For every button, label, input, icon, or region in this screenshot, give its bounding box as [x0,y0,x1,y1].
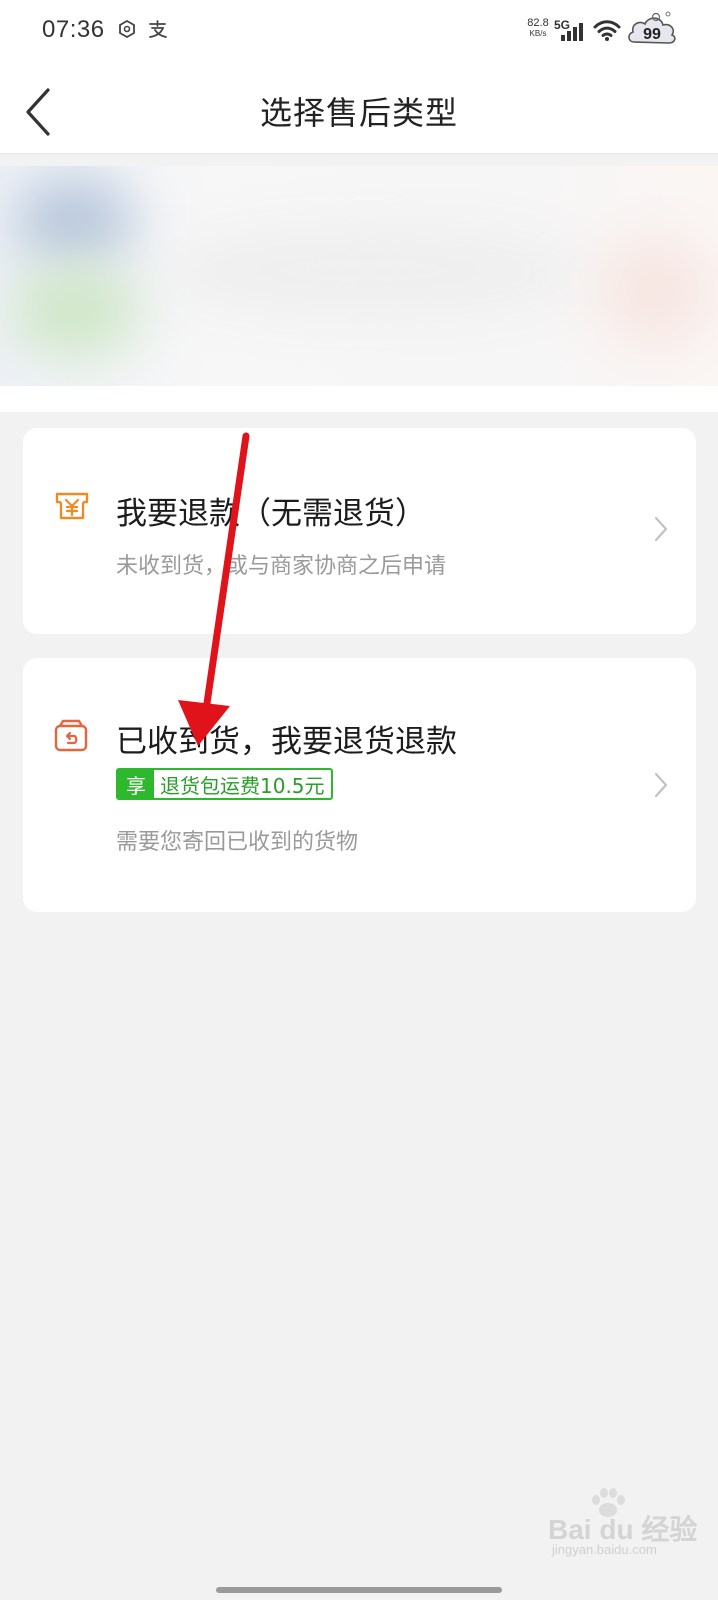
net-speed-unit: KB/s [529,29,547,38]
option-title: 我要退款（无需退货） [116,496,426,532]
watermark: Bai du 经验 jingyan.baidu.com [548,1488,697,1560]
app-notification-icon [118,19,136,42]
option-title: 已收到货，我要退货退款 [116,724,457,760]
option-subtitle: 未收到货，或与商家协商之后申请 [116,554,447,579]
return-box-icon [53,718,89,758]
blurred-product-image [14,176,134,266]
status-time: 07:36 [42,16,105,43]
option-subtitle: 需要您寄回已收到的货物 [116,830,359,855]
blurred-product-text [160,226,580,316]
shipping-insurance-badge: 享 退货包运费10.5元 [116,768,333,800]
chevron-right-icon [654,772,668,802]
battery-level: 99 [643,26,661,43]
blurred-product-price [600,236,710,346]
chevron-right-icon [654,516,668,546]
option-return-and-refund[interactable]: 已收到货，我要退货退款 享 退货包运费10.5元 需要您寄回已收到的货物 [23,658,696,912]
promo-tag: 享 [118,770,154,798]
nav-bar: 选择售后类型 [0,66,718,154]
wifi-icon [593,20,621,46]
net-speed-value: 82.8 [527,17,549,29]
product-banner-footer [0,386,718,412]
refund-yuan-icon [53,488,91,530]
product-summary-blurred [0,166,718,386]
promo-text: 退货包运费10.5元 [160,773,325,798]
blurred-product-image-lower [10,266,140,356]
battery-icon: 99 [626,8,678,56]
alipay-icon [148,20,168,42]
signal-icon [560,20,586,46]
option-refund-only[interactable]: 我要退款（无需退货） 未收到货，或与商家协商之后申请 [23,428,696,634]
home-indicator[interactable] [216,1587,502,1593]
watermark-url: jingyan.baidu.com [552,1542,657,1557]
net-speed-indicator: 82.8 KB/s [520,18,556,39]
page-title: 选择售后类型 [259,94,458,132]
status-bar: 07:36 82.8 KB/s 5G 99 [0,0,718,66]
